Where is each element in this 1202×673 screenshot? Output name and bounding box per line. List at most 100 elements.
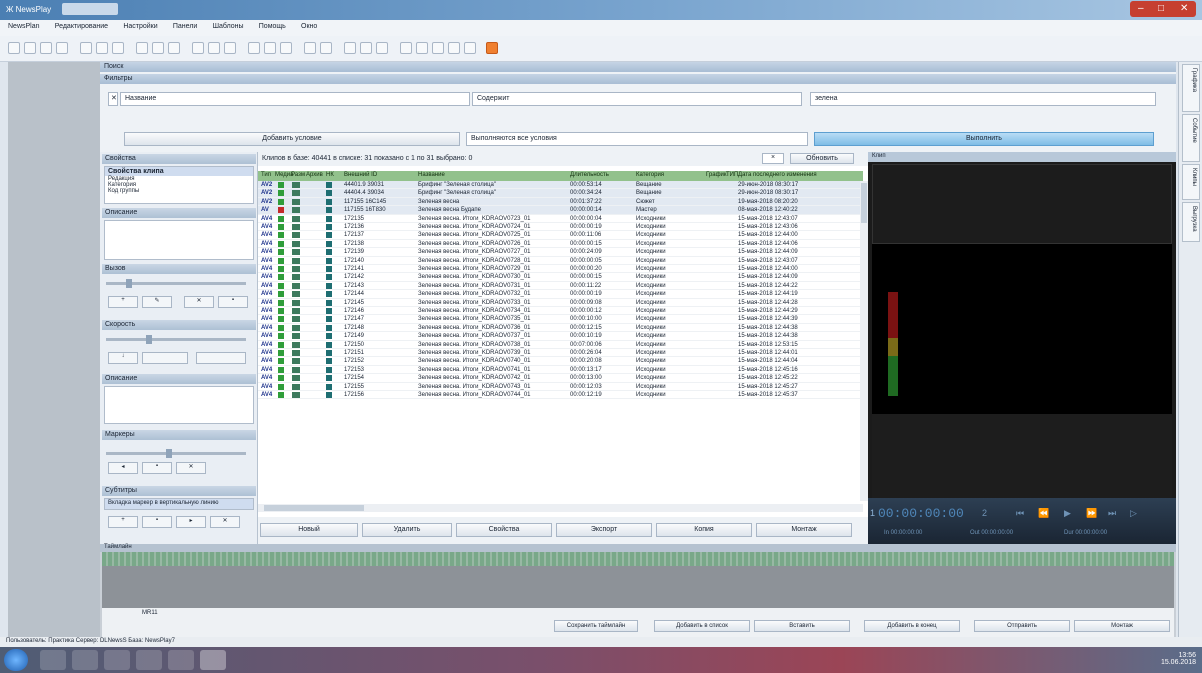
speed-button[interactable]: ↓ <box>108 352 138 364</box>
toolbar-button[interactable] <box>344 42 356 54</box>
toolbar-button[interactable] <box>248 42 260 54</box>
table-row[interactable]: AV4 172136 Зеленая весна. Итоги_KDRAOV0724… <box>258 223 863 232</box>
fast-forward-icon[interactable]: ⏩ <box>1086 508 1097 519</box>
toolbar-button[interactable] <box>168 42 180 54</box>
save-timeline-button[interactable]: Сохранить таймлайн <box>554 620 638 632</box>
filter-clear-button[interactable]: × <box>762 153 784 164</box>
taskbar-app-icon[interactable] <box>168 650 194 670</box>
col-archive[interactable]: Архив <box>306 172 323 178</box>
marker-add-button[interactable]: ▪ <box>142 462 172 474</box>
go-end-icon[interactable]: ⏭ <box>1108 508 1116 519</box>
play-icon[interactable]: ▶ <box>1064 508 1071 519</box>
table-row[interactable]: AV4 172151 Зеленая весна. Итоги_KDRAOV0739… <box>258 349 863 358</box>
add-to-list-button[interactable]: Добавить в список <box>654 620 750 632</box>
toolbar-button[interactable] <box>360 42 372 54</box>
volume-knob[interactable] <box>126 279 132 288</box>
col-size[interactable]: Разм <box>291 172 305 178</box>
sub-add-button[interactable]: + <box>108 516 138 528</box>
timeline-tracks[interactable] <box>102 566 1174 608</box>
operator-select[interactable]: Содержит <box>472 92 802 106</box>
sub-del-button[interactable]: ✕ <box>210 516 240 528</box>
table-row[interactable]: AV4 172149 Зеленая весна. Итоги_KDRAOV0737… <box>258 332 863 341</box>
tab-clips[interactable]: Клипы <box>1182 164 1200 200</box>
sub-edit-button[interactable]: ▪ <box>142 516 172 528</box>
menu-newsplan[interactable]: NewsPlan <box>8 23 40 30</box>
table-row[interactable]: AV4 172145 Зеленая весна. Итоги_KDRAOV0733… <box>258 299 863 307</box>
sub-play-button[interactable]: ▸ <box>176 516 206 528</box>
montage-slider[interactable] <box>106 449 246 458</box>
copy-button[interactable]: Копия <box>656 523 752 537</box>
col-type[interactable]: Тип <box>261 172 271 178</box>
table-row[interactable]: AV4 172152 Зеленая весна. Итоги_KDRAOV0740… <box>258 357 863 366</box>
remove-condition-button[interactable]: ✕ <box>108 92 118 106</box>
table-row[interactable]: AV2 117155 16C145 Зеленая весна 00:01:37:22… <box>258 197 863 207</box>
toolbar-button[interactable] <box>280 42 292 54</box>
export-button[interactable]: Экспорт <box>556 523 652 537</box>
more-button[interactable]: ▪ <box>218 296 248 308</box>
delete-clip-button[interactable]: Удалить <box>362 523 452 537</box>
table-row[interactable]: AV2 44404.4 39034 Брифинг "Зеленая столица… <box>258 189 863 198</box>
send-button[interactable]: Отправить <box>974 620 1070 632</box>
speed-apply-button[interactable] <box>142 352 188 364</box>
table-row[interactable]: AV4 172156 Зеленая весна. Итоги_KDRAOV0744… <box>258 391 863 400</box>
toolbar-button[interactable] <box>136 42 148 54</box>
subtitle-item[interactable]: Вкладка маркер в вертикальную линию <box>104 498 254 510</box>
tab-graphics[interactable]: Графика <box>1182 64 1200 112</box>
menu-settings[interactable]: Настройки <box>123 23 157 30</box>
toolbar-button[interactable] <box>96 42 108 54</box>
timeline-ruler[interactable] <box>102 552 1174 566</box>
toolbar-button[interactable] <box>416 42 428 54</box>
add-condition-button[interactable]: Добавить условие <box>124 132 460 146</box>
toolbar-button[interactable] <box>152 42 164 54</box>
grid-scrollbar[interactable] <box>860 181 868 501</box>
description-box[interactable] <box>104 220 254 260</box>
menu-edit[interactable]: Редактирование <box>55 23 108 30</box>
toolbar-button[interactable] <box>80 42 92 54</box>
grid-hscrollbar[interactable] <box>258 504 863 512</box>
menu-help[interactable]: Помощь <box>259 23 286 30</box>
table-row[interactable]: AV4 172138 Зеленая весна. Итоги_KDRAOV0726… <box>258 240 863 249</box>
taskbar-newsplay-icon[interactable] <box>200 650 226 670</box>
window-controls[interactable]: – □ ✕ <box>1130 1 1196 17</box>
table-row[interactable]: AV4 172139 Зеленая весна. Итоги_KDRAOV0727… <box>258 248 863 257</box>
new-clip-button[interactable]: Новый <box>260 523 358 537</box>
montage-knob[interactable] <box>166 449 172 458</box>
record-icon[interactable] <box>486 42 498 54</box>
col-tip[interactable]: ТИП <box>726 172 738 178</box>
table-row[interactable]: AV4 172143 Зеленая весна. Итоги_KDRAOV0731… <box>258 282 863 291</box>
table-row[interactable]: AV4 172155 Зеленая весна. Итоги_KDRAOV0743… <box>258 383 863 391</box>
loop-icon[interactable]: ▷ <box>1130 508 1137 519</box>
taskbar-app-icon[interactable] <box>136 650 162 670</box>
insert-button[interactable]: Вставить <box>754 620 850 632</box>
table-row[interactable]: AV4 172141 Зеленая весна. Итоги_KDRAOV0729… <box>258 265 863 274</box>
toolbar-button[interactable] <box>264 42 276 54</box>
speed-slider[interactable] <box>106 335 246 344</box>
clip-properties-item[interactable]: Свойства клипа <box>105 167 253 176</box>
toolbar-button[interactable] <box>8 42 20 54</box>
menu-templates[interactable]: Шаблоны <box>213 23 244 30</box>
search-button[interactable]: Выполнить <box>814 132 1154 146</box>
speed-reset-button[interactable] <box>196 352 246 364</box>
toolbar-button[interactable] <box>432 42 444 54</box>
field-select[interactable]: Название <box>120 92 470 106</box>
table-row[interactable]: AV4 172154 Зеленая весна. Итоги_KDRAOV0742… <box>258 374 863 383</box>
table-row[interactable]: AV4 172146 Зеленая весна. Итоги_KDRAOV0734… <box>258 307 863 316</box>
append-button[interactable]: Добавить в конец <box>864 620 960 632</box>
table-row[interactable]: AV4 172142 Зеленая весна. Итоги_KDRAOV0730… <box>258 273 863 282</box>
montage-button[interactable]: Монтаж <box>756 523 852 537</box>
col-schedule[interactable]: График <box>706 172 727 178</box>
in-marker-icon[interactable]: 1 <box>870 508 875 518</box>
tab-event[interactable]: Событие <box>1182 114 1200 162</box>
condition-mode-select[interactable]: Выполняются все условия <box>466 132 808 146</box>
grid-hscroll-thumb[interactable] <box>264 505 364 511</box>
toolbar-button[interactable] <box>224 42 236 54</box>
frame-step-icon[interactable]: 2 <box>982 508 987 518</box>
toolbar-button[interactable] <box>192 42 204 54</box>
marker-prev-button[interactable]: ◂ <box>108 462 138 474</box>
add-button[interactable]: + <box>108 296 138 308</box>
taskbar-explorer-icon[interactable] <box>72 650 98 670</box>
timeline-montage-button[interactable]: Монтаж <box>1074 620 1170 632</box>
speed-knob[interactable] <box>146 335 152 344</box>
col-external-id[interactable]: Внешний ID <box>344 172 377 178</box>
table-row[interactable]: AV4 172148 Зеленая весна. Итоги_KDRAOV0736… <box>258 324 863 333</box>
